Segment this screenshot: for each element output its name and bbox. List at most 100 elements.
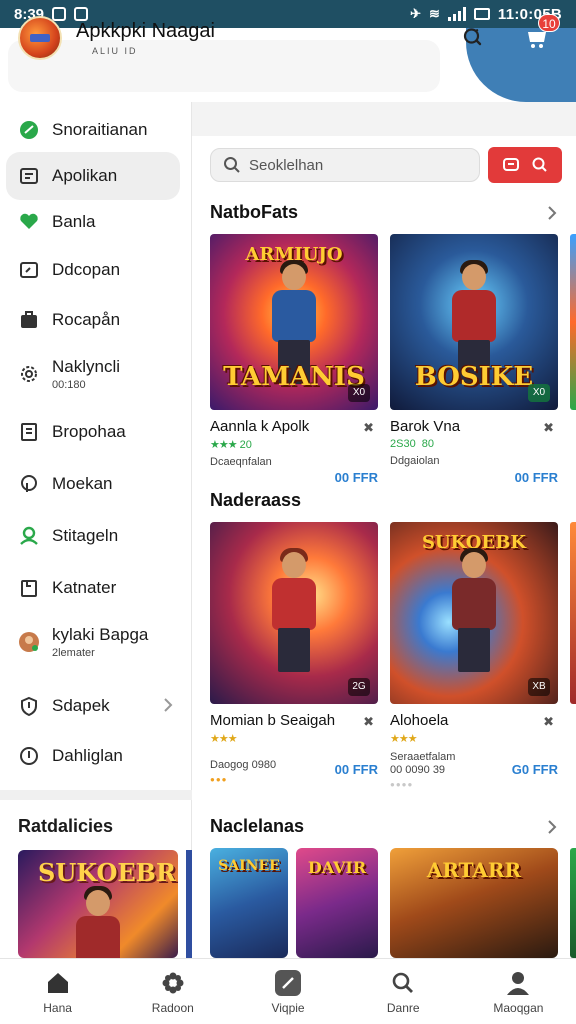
sidebar-item-label: Sdapek — [52, 696, 110, 715]
price-label[interactable]: 00 FFR — [335, 762, 378, 777]
nav-label: Radoon — [151, 1000, 194, 1015]
sidebar-item-label: Bropohaa — [52, 422, 126, 441]
next-card-peek[interactable] — [570, 522, 576, 704]
hero-figure — [444, 548, 504, 672]
sidebar-item-dahliglan[interactable]: Dahliglan — [6, 732, 180, 780]
game-name: Alohoela — [390, 712, 449, 729]
main-content: NatboFats ARMIUJO TAMANIS X0 Aannla k Ap… — [192, 102, 576, 958]
game-name: Momian b Seaigah — [210, 712, 336, 729]
search-bar[interactable] — [210, 148, 480, 182]
art-top-text: ARTARR — [426, 858, 522, 882]
close-icon[interactable]: ✖ — [363, 420, 374, 436]
document-icon — [18, 421, 40, 443]
game-name: Barok Vna — [390, 418, 461, 435]
sidebar-item-kylaki-bapga[interactable]: kylaki Bapga 2lemater — [6, 618, 180, 666]
developer-name: Dcaeqnfalan — [210, 456, 272, 468]
mute-icon: ✈ — [410, 6, 421, 21]
search-action-button[interactable] — [488, 147, 562, 183]
game-card[interactable]: ARTARR — [390, 848, 558, 958]
close-icon[interactable]: ✖ — [363, 714, 374, 730]
nav-label: Maoqgan — [493, 1000, 544, 1015]
sidebar-item-label: Stitageln — [52, 526, 119, 545]
sidebar-item-sdapek[interactable]: Sdapek — [6, 682, 180, 730]
sidebar-item-label: kylaki Bapga — [52, 625, 149, 644]
sidebar-item-apolikan[interactable]: Apolikan — [6, 152, 180, 200]
sidebar-item-ddcopan[interactable]: Ddcopan — [6, 246, 180, 294]
sidebar-item-sublabel: 00:180 — [52, 379, 86, 391]
game-card[interactable]: DAVIR — [296, 848, 378, 958]
search-icon — [389, 969, 417, 997]
chevron-right-icon[interactable] — [546, 818, 558, 841]
section-title: Naderaass — [210, 490, 302, 510]
next-card-peek[interactable] — [570, 848, 576, 958]
price-label[interactable]: G0 FFR — [512, 762, 558, 777]
chat-icon — [18, 119, 40, 141]
nav-viqpie[interactable]: Viqpie — [230, 959, 345, 1024]
wifi-icon: ≋ — [428, 6, 440, 21]
sidebar-item-naklyncli[interactable]: Naklyncli 00:180 — [6, 350, 180, 398]
heart-icon — [18, 211, 40, 233]
bottom-navigation: Hana Radoon Viqpie Danre Maoqgan — [0, 958, 576, 1024]
notification-badge: 10 — [538, 14, 560, 32]
game-card-art: ARMIUJO TAMANIS X0 — [210, 234, 378, 410]
card-badge: X0 — [528, 384, 550, 402]
game-card[interactable]: 2G Momian b Seaigah ★★★ Daogog 0980 ●●● … — [210, 522, 378, 784]
sidebar-item-stitageln[interactable]: Stitageln — [6, 512, 180, 560]
hero-figure — [264, 548, 324, 672]
compass-icon — [274, 969, 302, 997]
home-icon — [44, 969, 72, 997]
sidebar-item-banla[interactable]: Banla — [6, 198, 180, 246]
card-badge: XB — [528, 678, 550, 696]
search-input[interactable] — [249, 156, 449, 174]
sidebar-item-moekan[interactable]: Moekan — [6, 460, 180, 508]
window-icon — [18, 259, 40, 281]
rating-prefix: 2S30 — [390, 438, 416, 450]
sidebar-item-label: Rocapån — [52, 310, 121, 329]
app-title: Apkkpki Naagai — [76, 20, 215, 42]
art-top-text: DAVIR — [307, 858, 367, 877]
price-label[interactable]: 00 FFR — [335, 470, 378, 485]
nav-maoqgan[interactable]: Maoqgan — [461, 959, 576, 1024]
user-icon — [18, 525, 40, 547]
nav-label: Hana — [43, 1000, 72, 1015]
sidebar-featured-banner[interactable]: SUKOEBR — [18, 850, 178, 958]
game-card[interactable]: BOSIKE X0 Barok Vna 2S30 80 Ddgaiolan ✖ … — [390, 234, 558, 485]
nav-danre[interactable]: Danre — [346, 959, 461, 1024]
sidebar-item-label: Snoraitianan — [52, 120, 148, 139]
chevron-right-icon[interactable] — [546, 204, 558, 227]
app-logo[interactable] — [18, 16, 62, 60]
rating-stars: ★★★ — [390, 733, 418, 745]
battery-icon — [473, 8, 490, 20]
sidebar-item-katnater[interactable]: Katnater — [6, 564, 180, 612]
section-title: NatboFats — [210, 202, 299, 222]
close-icon[interactable]: ✖ — [543, 714, 554, 730]
sidebar-item-label: Katnater — [52, 578, 117, 597]
game-card-art: 2G — [210, 522, 378, 704]
sidebar-item-rocapan[interactable]: Rocapån — [6, 296, 180, 344]
sidebar-item-snoraitianan[interactable]: Snoraitianan — [6, 106, 180, 154]
rating: ★★★ — [210, 732, 378, 745]
nav-label: Viqpie — [271, 1000, 305, 1015]
card-badge: 2G — [348, 678, 370, 696]
card-badge: X0 — [348, 384, 370, 402]
header-search-button[interactable] — [458, 22, 488, 52]
game-card[interactable]: SUKOEBK XB Alohoela ★★★ Seraaetfalam 00 … — [390, 522, 558, 789]
sidebar-item-sublabel: 2lemater — [52, 647, 95, 659]
game-card[interactable]: ARMIUJO TAMANIS X0 Aannla k Apolk ★★★ 20 … — [210, 234, 378, 485]
game-card[interactable]: SAINEE — [210, 848, 288, 958]
next-card-peek[interactable] — [570, 234, 576, 410]
nav-label: Danre — [386, 1000, 420, 1015]
sidebar-item-label: Ddcopan — [52, 260, 121, 279]
pin-icon — [18, 473, 40, 495]
price-label[interactable]: 00 FFR — [515, 470, 558, 485]
sidebar-divider — [0, 790, 192, 800]
game-card-art: SUKOEBK XB — [390, 522, 558, 704]
app-subtitle: ALIU ID — [92, 46, 138, 56]
close-icon[interactable]: ✖ — [543, 420, 554, 436]
game-name: Aannla k Apolk — [210, 418, 310, 435]
nav-radoon[interactable]: Radoon — [115, 959, 230, 1024]
sidebar-item-bropohaa[interactable]: Bropohaa — [6, 408, 180, 456]
nav-home[interactable]: Hana — [0, 959, 115, 1024]
game-card-art: BOSIKE X0 — [390, 234, 558, 410]
search-icon — [532, 157, 547, 172]
